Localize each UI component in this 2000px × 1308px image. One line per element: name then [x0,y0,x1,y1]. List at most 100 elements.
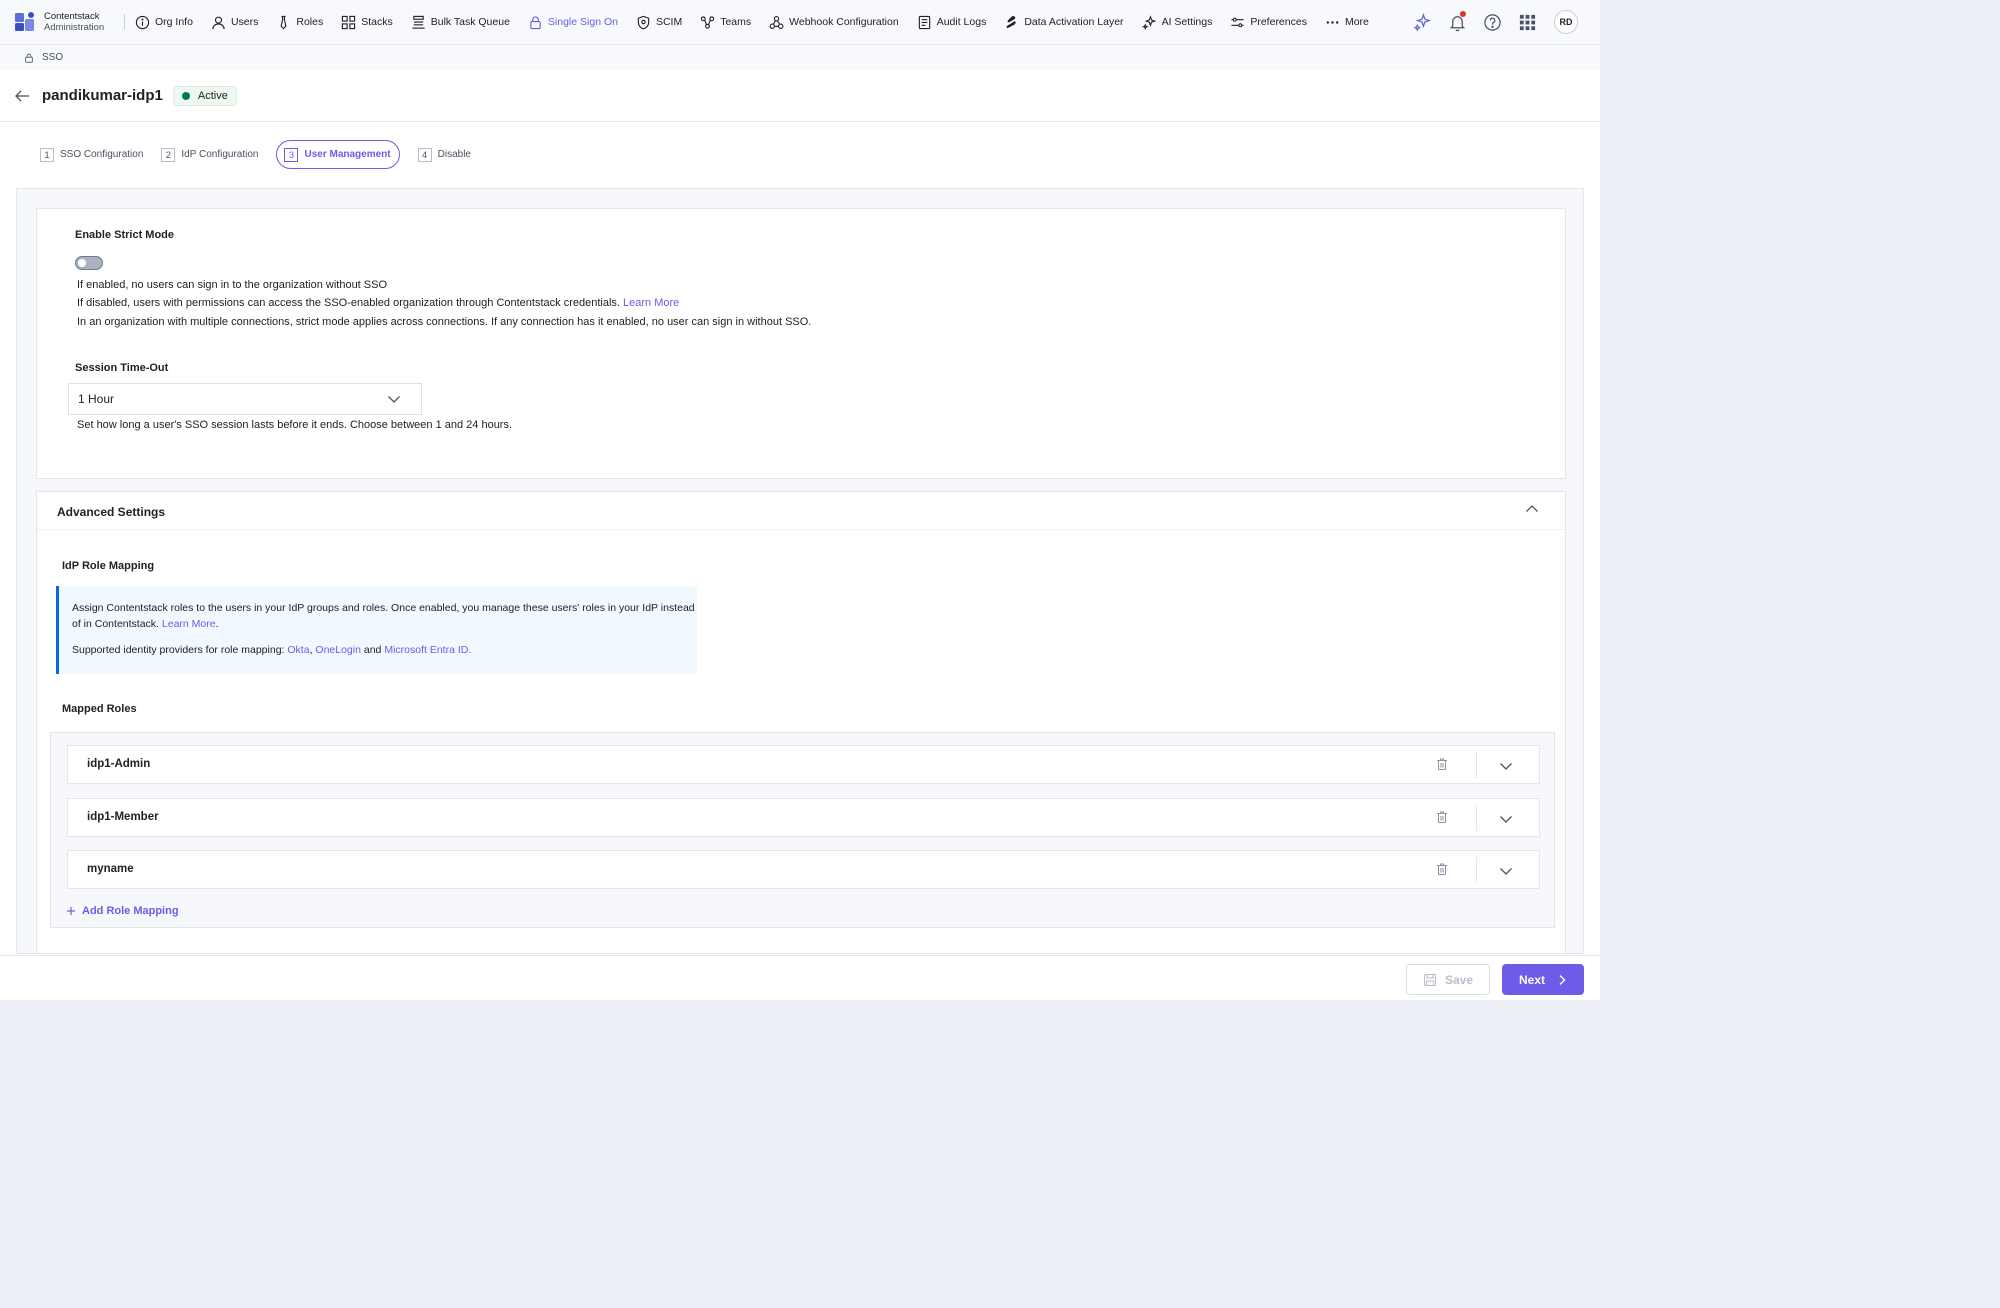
row-divider [1476,805,1477,831]
step-disable[interactable]: 4 Disable [417,140,471,169]
advanced-settings-card: Advanced Settings IdP Role Mapping Assig… [36,491,1566,953]
role-name: idp1-Admin [87,758,151,770]
teams-icon [701,15,715,29]
trash-icon[interactable] [1435,757,1449,771]
nav-more[interactable]: More [1325,15,1369,30]
breadcrumb-sso[interactable]: SSO [42,52,63,63]
nav-preferences[interactable]: Preferences [1230,15,1307,30]
strict-mode-desc-2: If disabled, users with permissions can … [77,294,679,312]
save-button[interactable]: Save [1406,964,1490,995]
wizard-steps: 1 SSO Configuration 2 IdP Configuration … [40,140,489,169]
top-nav: Contentstack Administration Org Info Use… [0,0,1600,44]
nav-teams[interactable]: Teams [700,15,751,30]
nav-webhook-configuration-label: Webhook Configuration [789,16,899,28]
nav-stacks-label: Stacks [361,16,393,28]
notification-dot [1460,11,1466,17]
role-name: idp1-Member [87,811,159,823]
nav-org-info[interactable]: Org Info [135,15,193,30]
help-button[interactable] [1479,9,1505,35]
chevron-down-icon[interactable] [1499,814,1513,824]
providers-prefix: Supported identity providers for role ma… [72,644,285,656]
step-idp-configuration[interactable]: 2 IdP Configuration [161,140,258,169]
session-timeout-value: 1 Hour [78,392,115,406]
notifications-button[interactable] [1444,9,1470,35]
breadcrumb: SSO [0,44,1600,70]
nav-webhook-configuration[interactable]: Webhook Configuration [769,15,899,30]
step-label: SSO Configuration [60,149,144,160]
layers-icon [1006,15,1016,28]
learn-more-link[interactable]: Learn More [623,297,679,309]
note-learn-more-link[interactable]: Learn More [162,618,216,630]
chevron-down-icon [388,396,400,403]
nav-ai-settings[interactable]: AI Settings [1141,14,1212,30]
session-timeout-title: Session Time-Out [75,362,169,374]
back-arrow-icon[interactable] [13,87,31,105]
strict-mode-toggle[interactable] [75,256,103,270]
step-number: 4 [417,147,432,162]
okta-link[interactable]: Okta [287,644,309,656]
session-timeout-select[interactable]: 1 Hour [68,383,422,415]
brand[interactable]: Contentstack Administration [14,11,114,33]
info-icon [135,15,150,29]
mapped-roles-list: idp1-Admin idp1-Member myname Add Role M… [50,732,1555,928]
shield-icon [637,15,650,29]
chevron-down-icon[interactable] [1499,866,1513,876]
help-icon [1483,13,1501,31]
advanced-settings-title: Advanced Settings [57,505,166,519]
ai-assistant-button[interactable] [1409,9,1435,35]
nav-scim-label: SCIM [655,16,683,28]
nav-scim[interactable]: SCIM [636,15,682,30]
trash-icon[interactable] [1435,810,1449,824]
session-timeout-help: Set how long a user's SSO session lasts … [77,419,513,431]
avatar[interactable]: RD [1554,10,1578,34]
brand-sub: Administration [44,22,105,33]
app-window: Contentstack Administration Org Info Use… [0,0,1600,1000]
row-divider [1476,857,1477,883]
chevron-down-icon[interactable] [1499,761,1513,771]
strict-mode-title: Enable Strict Mode [75,229,175,241]
nav-audit-logs-label: Audit Logs [936,16,987,28]
strict-mode-desc-3: In an organization with multiple connect… [77,316,812,328]
user-icon [212,16,225,29]
status-badge: Active [172,85,237,106]
step-user-management[interactable]: 3 User Management [276,140,400,169]
nav-users[interactable]: Users [211,15,258,30]
trash-icon[interactable] [1435,862,1449,876]
app-switcher-button[interactable] [1514,9,1540,35]
dots-icon [1326,20,1339,24]
step-number: 3 [284,147,299,162]
providers-and: and [363,644,382,656]
nav-stacks[interactable]: Stacks [341,15,393,30]
nav-roles-label: Roles [296,16,324,28]
onelogin-link[interactable]: OneLogin [315,644,361,656]
nav-data-activation-layer[interactable]: Data Activation Layer [1004,15,1124,30]
save-icon [1423,973,1437,986]
sparkle-icon [1141,14,1156,30]
advanced-settings-header[interactable]: Advanced Settings [37,492,1565,530]
strict-mode-desc-1: If enabled, no users can sign in to the … [77,279,388,291]
nav-bulk-task-queue[interactable]: Bulk Task Queue [411,15,510,30]
page-title: pandikumar-idp1 [42,87,163,104]
role-name: myname [87,863,134,875]
role-mapping-row[interactable]: idp1-Admin [67,745,1540,784]
chevron-up-icon[interactable] [1525,504,1539,514]
grid-icon [342,15,356,29]
role-mapping-row[interactable]: idp1-Member [67,798,1540,837]
nav-single-sign-on-label: Single Sign On [547,16,618,28]
nav-more-label: More [1344,16,1369,28]
step-sso-configuration[interactable]: 1 SSO Configuration [40,140,143,169]
microsoft-entra-link[interactable]: Microsoft Entra ID. [384,644,471,656]
nav-bulk-task-queue-label: Bulk Task Queue [430,16,510,28]
role-mapping-info-note: Assign Contentstack roles to the users i… [56,586,697,674]
role-mapping-row[interactable]: myname [67,850,1540,889]
step-label: User Management [304,149,391,160]
nav-single-sign-on[interactable]: Single Sign On [528,15,618,30]
nav-roles[interactable]: Roles [276,15,323,30]
add-role-mapping-button[interactable]: Add Role Mapping [66,905,179,917]
ai-sparkle-icon [1412,12,1431,32]
next-button[interactable]: Next [1502,964,1584,995]
status-label: Active [197,89,228,102]
apps-grid-icon [1519,14,1535,30]
lock-icon [530,15,541,29]
nav-audit-logs[interactable]: Audit Logs [917,15,987,30]
